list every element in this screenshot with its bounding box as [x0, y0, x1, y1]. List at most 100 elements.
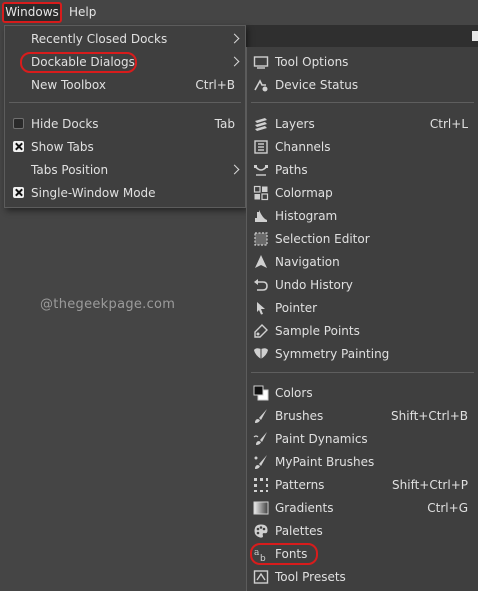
menu-item-label: Single-Window Mode [31, 186, 156, 200]
menu-item-brushes[interactable]: Brushes Shift+Ctrl+B [247, 405, 478, 428]
menu-item-dockable-dialogs[interactable]: Dockable Dialogs [5, 51, 245, 74]
channels-icon [253, 139, 269, 155]
image-canvas-area [246, 25, 478, 47]
menu-item-new-toolbox[interactable]: New Toolbox Ctrl+B [5, 74, 245, 97]
menu-item-histogram[interactable]: Histogram [247, 205, 478, 228]
submenu-arrow-icon [229, 164, 240, 175]
windows-menu: Recently Closed Docks Dockable Dialogs N… [4, 25, 246, 208]
menu-item-tabs-position[interactable]: Tabs Position [5, 159, 245, 182]
dockable-dialogs-submenu: Tool Options Device Status Layers Ctrl+L… [246, 47, 478, 591]
help-menu-button[interactable]: Help [69, 3, 96, 22]
layers-icon [253, 116, 269, 132]
menu-separator [9, 102, 241, 103]
fonts-icon: ab [253, 546, 269, 562]
menu-item-label: Show Tabs [31, 140, 94, 154]
menu-item-colormap[interactable]: Colormap [247, 182, 478, 205]
menu-item-label: Sample Points [275, 324, 360, 338]
palettes-icon [253, 523, 269, 539]
undo-history-icon [253, 277, 269, 293]
menu-item-colors[interactable]: Colors [247, 382, 478, 405]
menu-item-label: Palettes [275, 524, 323, 538]
menu-separator [251, 372, 474, 373]
menu-item-label: Tool Options [275, 55, 349, 69]
submenu-arrow-icon [229, 56, 240, 67]
menu-item-label: Pointer [275, 301, 318, 315]
menu-item-palettes[interactable]: Palettes [247, 520, 478, 543]
menu-item-label: Gradients [275, 501, 334, 515]
checkbox-unchecked-icon[interactable] [13, 118, 24, 129]
menu-item-label: Channels [275, 140, 331, 154]
menu-item-label: MyPaint Brushes [275, 455, 375, 469]
menu-item-symmetry-painting[interactable]: Symmetry Painting [247, 343, 478, 366]
brushes-icon [253, 408, 269, 424]
menu-item-label: Dockable Dialogs [31, 55, 135, 69]
menu-item-tool-presets[interactable]: Tool Presets [247, 566, 478, 589]
menu-item-label: Recently Closed Docks [31, 32, 168, 46]
menu-item-device-status[interactable]: Device Status [247, 74, 478, 97]
menu-item-label: Selection Editor [275, 232, 370, 246]
svg-text:b: b [260, 554, 266, 562]
menu-item-label: Symmetry Painting [275, 347, 390, 361]
tool-presets-icon [253, 569, 269, 585]
menu-item-sample-points[interactable]: Sample Points [247, 320, 478, 343]
paths-icon [253, 162, 269, 178]
menu-item-label: Layers [275, 117, 315, 131]
symmetry-painting-icon [253, 346, 269, 362]
menu-item-gradients[interactable]: Gradients Ctrl+G [247, 497, 478, 520]
paint-dynamics-icon [253, 431, 269, 447]
selection-editor-icon [253, 231, 269, 247]
menu-item-label: Navigation [275, 255, 340, 269]
menu-item-tool-options[interactable]: Tool Options [247, 51, 478, 74]
menu-item-show-tabs[interactable]: Show Tabs [5, 136, 245, 159]
shortcut-label: Shift+Ctrl+P [392, 478, 468, 492]
shortcut-label: Shift+Ctrl+B [391, 409, 468, 423]
shortcut-label: Ctrl+G [427, 501, 468, 515]
menu-item-paths[interactable]: Paths [247, 159, 478, 182]
navigation-icon [253, 254, 269, 270]
submenu-arrow-icon [229, 33, 240, 44]
checkbox-checked-icon[interactable] [13, 141, 24, 152]
device-status-icon [253, 77, 269, 93]
watermark: @thegeekpage.com [40, 297, 176, 312]
menu-item-layers[interactable]: Layers Ctrl+L [247, 113, 478, 136]
menu-item-channels[interactable]: Channels [247, 136, 478, 159]
menu-item-label: Fonts [275, 547, 308, 561]
gradients-icon [253, 500, 269, 516]
menu-item-label: Tabs Position [31, 163, 109, 177]
menu-item-selection-editor[interactable]: Selection Editor [247, 228, 478, 251]
menu-item-label: Undo History [275, 278, 353, 292]
mypaint-brushes-icon [253, 454, 269, 470]
menu-item-pointer[interactable]: Pointer [247, 297, 478, 320]
colormap-icon [253, 185, 269, 201]
menu-item-label: Paint Dynamics [275, 432, 368, 446]
menu-item-fonts[interactable]: ab Fonts [247, 543, 478, 566]
menu-item-label: Colors [275, 386, 313, 400]
checkbox-checked-icon[interactable] [13, 187, 24, 198]
menu-item-label: Brushes [275, 409, 324, 423]
menubar: Windows Help [0, 0, 478, 25]
patterns-icon [253, 477, 269, 493]
menu-item-mypaint-brushes[interactable]: MyPaint Brushes [247, 451, 478, 474]
menu-item-label: Paths [275, 163, 308, 177]
tool-options-icon [253, 54, 269, 70]
menu-item-label: Histogram [275, 209, 338, 223]
menu-item-label: Device Status [275, 78, 359, 92]
menu-item-hide-docks[interactable]: Hide Docks Tab [5, 113, 245, 136]
menu-item-label: Patterns [275, 478, 325, 492]
menu-item-label: Hide Docks [31, 117, 99, 131]
sample-points-icon [253, 323, 269, 339]
menu-item-recently-closed-docks[interactable]: Recently Closed Docks [5, 28, 245, 51]
pointer-icon [253, 300, 269, 316]
colors-icon [253, 385, 269, 401]
shortcut-label: Ctrl+L [429, 117, 468, 131]
shortcut-label: Ctrl+B [195, 78, 235, 92]
histogram-icon [253, 208, 269, 224]
menu-item-paint-dynamics[interactable]: Paint Dynamics [247, 428, 478, 451]
menu-item-undo-history[interactable]: Undo History [247, 274, 478, 297]
menu-item-single-window-mode[interactable]: Single-Window Mode [5, 182, 245, 205]
windows-menu-button[interactable]: Windows [2, 2, 62, 23]
menu-separator [251, 102, 474, 103]
menu-item-patterns[interactable]: Patterns Shift+Ctrl+P [247, 474, 478, 497]
menu-item-label: Tool Presets [275, 570, 346, 584]
menu-item-navigation[interactable]: Navigation [247, 251, 478, 274]
